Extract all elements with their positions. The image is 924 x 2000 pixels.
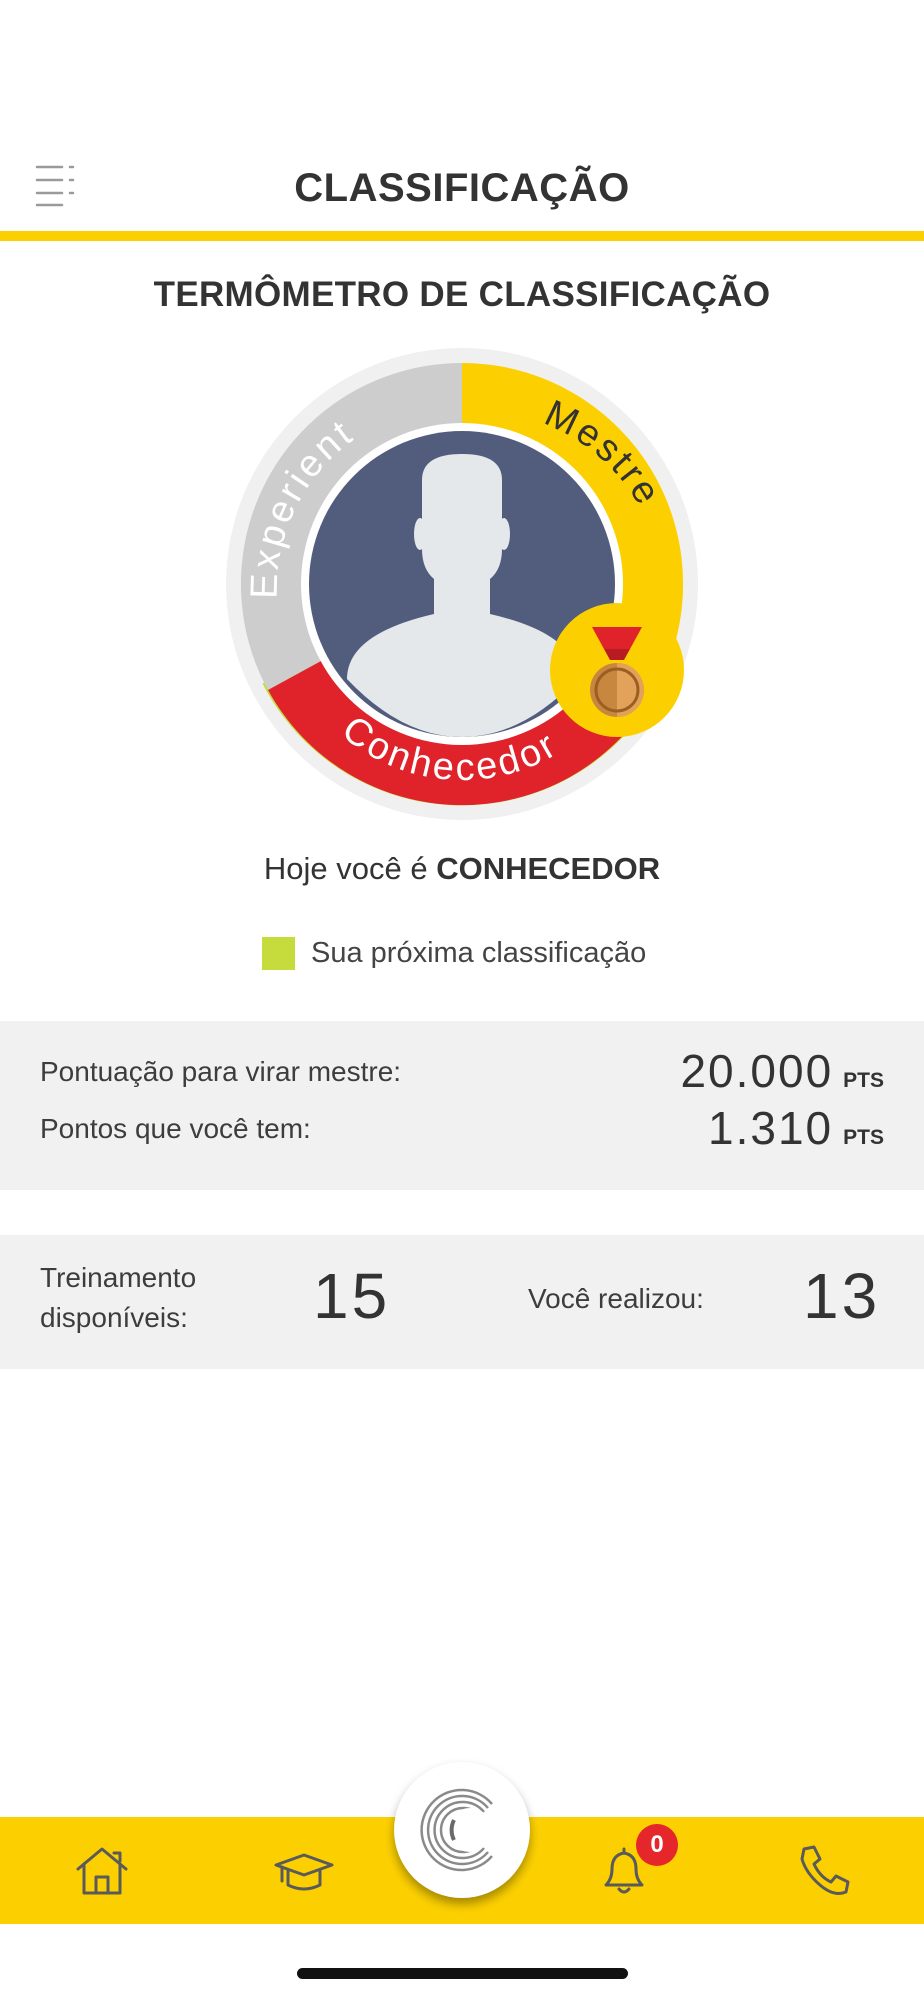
header-divider (0, 231, 924, 241)
legend-swatch (262, 936, 295, 970)
home-indicator[interactable] (297, 1968, 628, 1979)
target-points-unit: PTS (843, 1069, 884, 1092)
training-available-label-line2: disponíveis: (40, 1302, 188, 1333)
notification-badge: 0 (636, 1824, 678, 1866)
target-points-label: Pontuação para virar mestre: (40, 1056, 402, 1087)
training-available-count: 15 (313, 1260, 391, 1332)
thermometer-title: TERMÔMETRO DE CLASSIFICAÇÃO (153, 275, 771, 314)
points-panel: Pontuação para virar mestre: 20.000 PTS P… (0, 1021, 924, 1190)
current-classification-prefix: Hoje você é (263, 851, 428, 886)
current-points-number: 1.310 (708, 1102, 834, 1154)
training-available-label-line1: Treinamento (40, 1262, 197, 1293)
training-done-count: 13 (803, 1260, 881, 1332)
training-panel: Treinamento disponíveis: 15 Você realizo… (0, 1235, 924, 1369)
medal-icon (550, 603, 684, 737)
legend-label: Sua próxima classificação (311, 936, 647, 969)
target-points-number: 20.000 (680, 1045, 834, 1097)
app-logo-button[interactable] (394, 1762, 530, 1898)
training-available-label: Treinamento disponíveis: (40, 1258, 196, 1338)
current-points-value: 1.310 PTS (708, 1101, 884, 1155)
current-classification: Hoje você é CONHECEDOR (0, 851, 924, 887)
current-classification-level: CONHECEDOR (436, 851, 661, 886)
home-icon[interactable] (70, 1839, 134, 1903)
training-done-label: Você realizou: (528, 1283, 704, 1314)
phone-icon[interactable] (792, 1839, 856, 1903)
app-logo-icon (420, 1788, 493, 1872)
classification-gauge: Experiente Mestre Conhecedor (222, 344, 702, 824)
legend: Sua próxima classificação (262, 933, 646, 973)
current-points-label: Pontos que você tem: (40, 1113, 311, 1144)
target-points-value: 20.000 PTS (680, 1044, 884, 1098)
current-points-unit: PTS (843, 1126, 884, 1149)
graduation-cap-icon[interactable] (272, 1839, 336, 1903)
page-title: CLASSIFICAÇÃO (294, 166, 630, 210)
app-header: CLASSIFICAÇÃO (0, 0, 924, 241)
